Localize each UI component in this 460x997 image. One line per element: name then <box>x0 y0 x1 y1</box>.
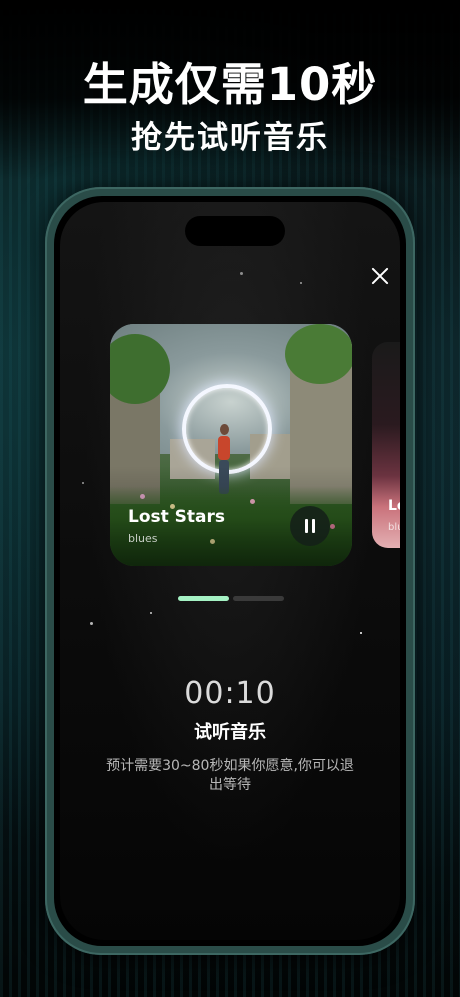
song-genre: blues <box>128 532 158 545</box>
song-title: Lost Stars <box>128 507 226 527</box>
star <box>360 632 362 634</box>
star <box>240 272 243 275</box>
dynamic-island <box>185 216 285 246</box>
cover-person-torso <box>218 436 230 460</box>
cover-person-head <box>220 424 229 435</box>
generation-timer: 00:10 <box>184 676 276 711</box>
promo-subheadline: 抢先试听音乐 <box>131 120 329 156</box>
star <box>150 612 152 614</box>
carousel-indicator <box>178 596 284 601</box>
pause-icon[interactable] <box>290 506 330 546</box>
close-icon[interactable] <box>366 262 394 290</box>
star <box>300 282 302 284</box>
status-title: 试听音乐 <box>194 722 266 743</box>
carousel-dot <box>233 596 284 601</box>
carousel-dot-active <box>178 596 229 601</box>
promo-headline: 生成仅需10秒 <box>82 58 378 111</box>
next-song-card[interactable]: Lo blu <box>372 342 400 548</box>
app-screen: Lost Stars blues Lo blu 00:10 试听音乐 预计需要3… <box>60 202 400 940</box>
next-song-title: Lo <box>388 498 400 514</box>
cover-foliage <box>285 324 352 384</box>
phone-bezel: Lost Stars blues Lo blu 00:10 试听音乐 预计需要3… <box>54 196 406 946</box>
next-song-genre: blu <box>388 522 400 533</box>
phone-mockup: Lost Stars blues Lo blu 00:10 试听音乐 预计需要3… <box>45 187 415 955</box>
song-card[interactable]: Lost Stars blues <box>110 324 352 566</box>
wait-note: 预计需要30~80秒如果你愿意,你可以退出等待 <box>106 758 354 793</box>
star <box>82 482 84 484</box>
star <box>90 622 93 625</box>
